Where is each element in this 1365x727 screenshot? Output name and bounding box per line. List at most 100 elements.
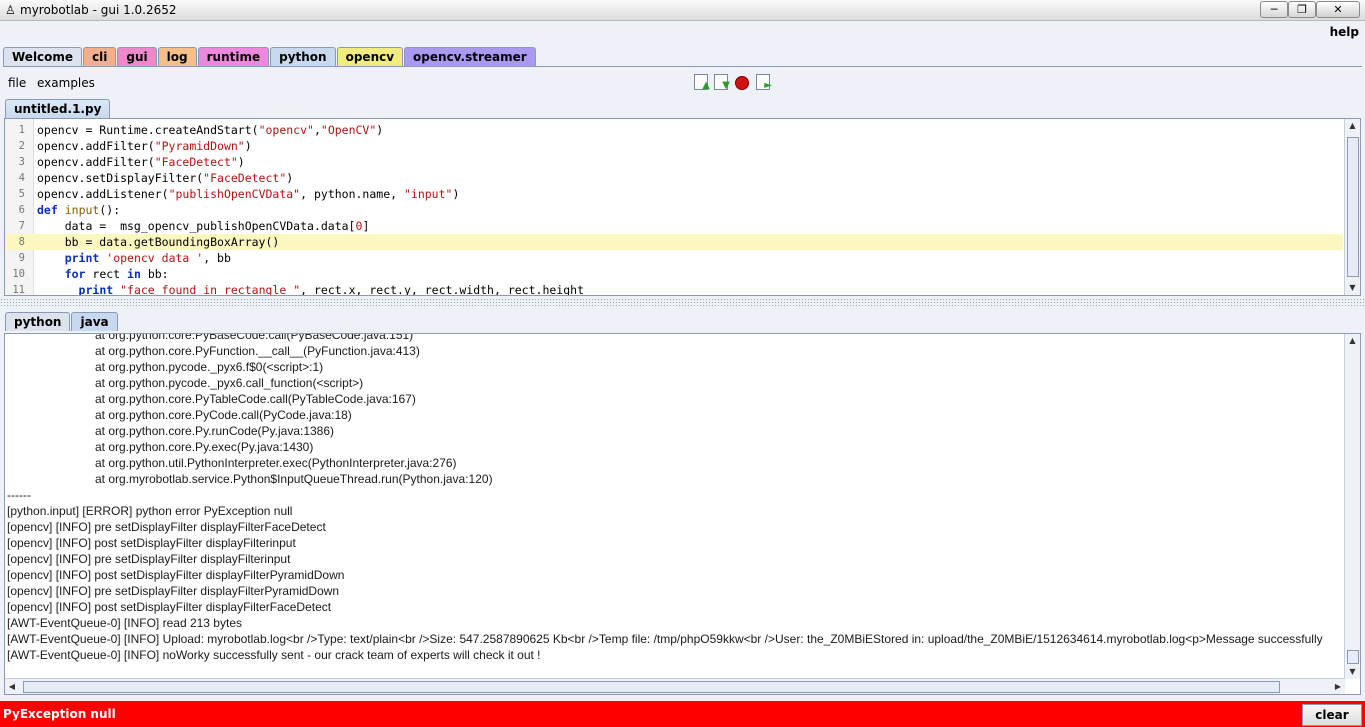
scroll-right-icon[interactable]: ▶	[1331, 679, 1345, 694]
scrollbar-thumb[interactable]	[1347, 137, 1359, 277]
tab-java[interactable]: java	[71, 312, 118, 331]
tabs-divider	[3, 66, 1362, 67]
line-number: 3	[18, 156, 25, 168]
console-line: [AWT-EventQueue-0] [INFO] noWorky succes…	[7, 648, 541, 662]
line-number: 2	[18, 140, 25, 152]
execute-icon[interactable]: ►	[756, 74, 772, 91]
menu-bar: help	[0, 21, 1365, 43]
code-text: bb = data.getBoundingBoxArray()	[37, 235, 280, 249]
console-line: [opencv] [INFO] post setDisplayFilter di…	[7, 568, 345, 582]
line-number: 8	[18, 236, 25, 248]
code-line[interactable]: 1 opencv = Runtime.createAndStart("opencv…	[5, 122, 1343, 138]
console-line: [opencv] [INFO] pre setDisplayFilter dis…	[7, 552, 291, 566]
examples-menu[interactable]: examples	[37, 76, 95, 90]
console-horizontal-scrollbar[interactable]: ◀ ▶	[5, 678, 1345, 694]
code-line[interactable]: 9 print 'opencv data ', bb	[5, 250, 1343, 266]
code-line[interactable]: 7 data = msg_opencv_publishOpenCVData.da…	[5, 218, 1343, 234]
console-line: at org.python.core.PyCode.call(PyCode.ja…	[95, 408, 352, 422]
console-line: [opencv] [INFO] post setDisplayFilter di…	[7, 600, 332, 614]
console-line: [opencv] [INFO] post setDisplayFilter di…	[7, 536, 296, 550]
line-number: 4	[18, 172, 25, 184]
open-file-icon[interactable]: ▼	[714, 74, 730, 91]
console-line: at org.python.util.PythonInterpreter.exe…	[95, 456, 457, 470]
console-line: [opencv] [INFO] pre setDisplayFilter dis…	[7, 520, 326, 534]
console-line: at org.python.core.Py.runCode(Py.java:13…	[95, 424, 335, 438]
clear-button[interactable]: clear	[1302, 704, 1362, 726]
new-file-icon[interactable]: ▲	[694, 74, 710, 91]
scrollbar-thumb[interactable]	[23, 681, 1280, 693]
code-line[interactable]: 6 def input():	[5, 202, 1343, 218]
tab-python[interactable]: python	[5, 312, 71, 331]
tab-cli[interactable]: cli	[83, 47, 117, 66]
python-toolbar: file examples ▲ ▼ ►	[0, 70, 1365, 96]
code-text: opencv.addFilter("PyramidDown")	[37, 139, 252, 153]
status-message: PyException null	[3, 707, 116, 721]
stop-record-icon[interactable]	[735, 76, 749, 90]
code-text: print "face found in rectangle ", rect.x…	[78, 283, 584, 296]
console-line: at org.python.core.PyFunction.__call__(P…	[95, 344, 420, 358]
code-line[interactable]: 10 for rect in bb:	[5, 266, 1343, 282]
console-line: ------	[7, 488, 31, 502]
editor-vertical-scrollbar[interactable]: ▲ ▼	[1344, 119, 1360, 295]
console-line: at org.python.pycode._pyx6.call_function…	[95, 376, 364, 390]
line-number: 5	[18, 188, 25, 200]
minimize-button[interactable]: ─	[1260, 1, 1288, 18]
scroll-down-icon[interactable]: ▼	[1345, 281, 1360, 295]
code-text: opencv.setDisplayFilter("FaceDetect")	[37, 171, 294, 185]
editor-file-tab[interactable]: untitled.1.py	[5, 99, 111, 118]
scroll-up-icon[interactable]: ▲	[1345, 334, 1360, 348]
console-line: [opencv] [INFO] pre setDisplayFilter dis…	[7, 584, 340, 598]
code-text: def input():	[37, 203, 121, 217]
console-line: at org.python.core.PyTableCode.call(PyTa…	[95, 392, 416, 406]
close-button[interactable]: ✕	[1316, 1, 1360, 18]
tab-opencv-streamer[interactable]: opencv.streamer	[404, 47, 536, 66]
split-pane-divider[interactable]	[0, 298, 1365, 306]
scrollbar-thumb[interactable]	[1347, 650, 1359, 664]
code-text: for rect in bb:	[64, 267, 169, 281]
console-vertical-scrollbar[interactable]: ▲ ▼	[1344, 334, 1360, 679]
line-number: 10	[12, 268, 25, 280]
title-bar: ♙ myrobotlab - gui 1.0.2652 ─ ❐ ✕	[0, 0, 1365, 21]
code-editor[interactable]: 1 opencv = Runtime.createAndStart("opencv…	[4, 118, 1361, 296]
line-number: 6	[18, 204, 25, 216]
help-menu[interactable]: help	[1330, 25, 1359, 39]
tab-gui[interactable]: gui	[117, 47, 157, 66]
scroll-up-icon[interactable]: ▲	[1345, 119, 1360, 133]
tab-opencv[interactable]: opencv	[336, 47, 404, 66]
java-console[interactable]: at org.python.core.PyBaseCode.call(PyBas…	[4, 333, 1361, 695]
service-tabs: Welcome cli gui log runtime python opencv openc…	[3, 47, 537, 67]
console-line: at org.myrobotlab.service.Python$InputQu…	[95, 472, 493, 486]
console-line: [python.input] [ERROR] python error PyEx…	[7, 504, 293, 518]
code-line[interactable]: 8 bb = data.getBoundingBoxArray()	[5, 234, 1343, 250]
console-line: at org.python.pycode._pyx6.f$0(<script>:…	[95, 360, 324, 374]
code-line[interactable]: 4 opencv.setDisplayFilter("FaceDetect")	[5, 170, 1343, 186]
code-text: opencv.addFilter("FaceDetect")	[37, 155, 245, 169]
line-number: 1	[18, 124, 25, 136]
line-number: 7	[18, 220, 25, 232]
code-line[interactable]: 11 print "face found in rectangle ", rec…	[5, 282, 1343, 296]
tab-log[interactable]: log	[157, 47, 197, 66]
line-number: 11	[12, 284, 25, 296]
tab-python[interactable]: python	[270, 47, 336, 67]
file-menu[interactable]: file	[8, 76, 26, 90]
tab-runtime[interactable]: runtime	[197, 47, 270, 66]
code-text: data = msg_opencv_publishOpenCVData.data…	[37, 219, 370, 233]
code-text: opencv.addListener("publishOpenCVData", …	[37, 187, 460, 201]
code-line[interactable]: 5 opencv.addListener("publishOpenCVData",…	[5, 186, 1343, 202]
console-line: at org.python.core.PyBaseCode.call(PyBas…	[95, 333, 414, 342]
console-line: [AWT-EventQueue-0] [INFO] Upload: myrobo…	[7, 632, 1323, 646]
output-tabs: python java	[5, 312, 119, 331]
code-line[interactable]: 2 opencv.addFilter("PyramidDown")	[5, 138, 1343, 154]
line-number: 9	[18, 252, 25, 264]
console-line: at org.python.core.Py.exec(Py.java:1430)	[95, 440, 314, 454]
window-title: myrobotlab - gui 1.0.2652	[20, 3, 177, 17]
code-text: opencv = Runtime.createAndStart("opencv"…	[37, 123, 384, 137]
maximize-button[interactable]: ❐	[1288, 1, 1316, 18]
tab-welcome[interactable]: Welcome	[3, 47, 83, 66]
scroll-left-icon[interactable]: ◀	[5, 679, 19, 694]
scroll-down-icon[interactable]: ▼	[1345, 665, 1360, 679]
console-line: [AWT-EventQueue-0] [INFO] read 213 bytes	[7, 616, 242, 630]
code-line[interactable]: 3 opencv.addFilter("FaceDetect")	[5, 154, 1343, 170]
status-bar: PyException null clear	[0, 701, 1365, 727]
code-text: print 'opencv data ', bb	[64, 251, 231, 265]
